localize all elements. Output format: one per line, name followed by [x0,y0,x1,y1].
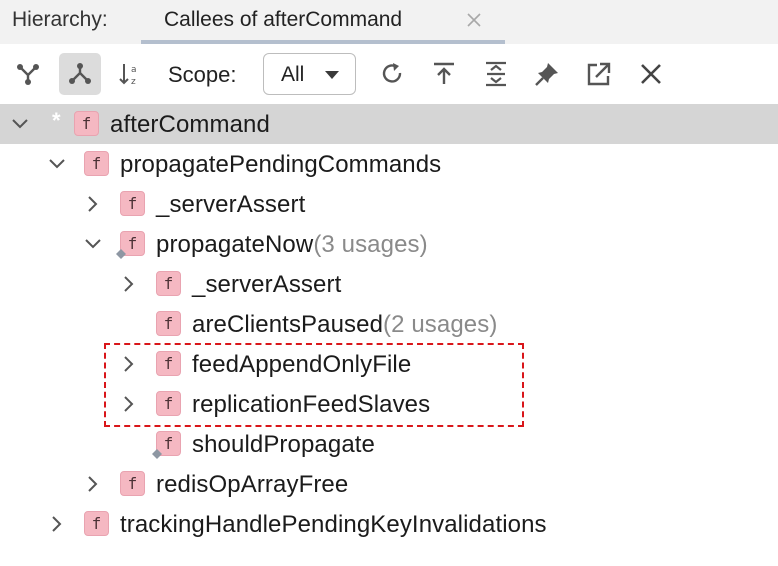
pin-icon [535,63,558,86]
base-on-this-button[interactable] [423,53,465,95]
node-label: propagatePendingCommands [120,151,442,178]
tab-callees[interactable]: Callees of afterCommand [141,0,505,44]
tree-node-replicationFeedSlaves[interactable]: f replicationFeedSlaves [0,384,778,424]
chevron-right-icon[interactable] [120,395,138,413]
external-link-icon [587,62,611,86]
sort-alpha-icon: a z [119,64,137,87]
function-icon: f [156,311,181,336]
node-label: trackingHandlePendingKeyInvalidations [120,511,547,538]
scope-dropdown[interactable]: All [263,53,356,95]
close-panel-button[interactable] [630,53,672,95]
tree-node-redisOpArrayFree[interactable]: f redisOpArrayFree [0,464,778,504]
hierarchy-label: Hierarchy: [12,8,108,31]
tree-node-areClientsPaused[interactable]: f areClientsPaused(2 usages) [0,304,778,344]
node-label: shouldPropagate [192,431,375,458]
root-marker: * [52,108,61,133]
function-icon: f [84,151,109,176]
call-tree: * f afterCommand f propagatePendingComma… [0,104,778,566]
node-label: propagateNow(3 usages) [156,231,428,258]
arrow-up-to-bar-icon [434,62,454,84]
node-label: feedAppendOnlyFile [192,351,412,378]
tree-node-shouldPropagate[interactable]: f shouldPropagate [0,424,778,464]
toolbar: a z Scope: All [0,44,778,104]
tree-node-feedAppendOnlyFile[interactable]: f feedAppendOnlyFile [0,344,778,384]
node-label: areClientsPaused(2 usages) [192,311,498,338]
open-in-window-button[interactable] [578,53,620,95]
callee-hierarchy-button[interactable] [59,53,101,95]
chevron-right-icon[interactable] [84,475,102,493]
static-marker-icon [116,249,126,259]
chevron-down-icon[interactable] [11,115,29,133]
expand-all-button[interactable] [475,53,517,95]
chevron-down-icon[interactable] [48,155,66,173]
tab-title: Callees of afterCommand [164,8,403,31]
usage-count: (3 usages) [313,231,428,258]
function-icon: f [156,271,181,296]
callee-hierarchy-icon [69,63,91,84]
chevron-right-icon[interactable] [48,515,66,533]
svg-text:a: a [131,65,137,75]
chevron-right-icon[interactable] [84,195,102,213]
function-icon: f [120,191,145,216]
tree-node-afterCommand[interactable]: * f afterCommand [0,104,778,144]
tree-node-propagatePendingCommands[interactable]: f propagatePendingCommands [0,144,778,184]
chevron-right-icon[interactable] [120,355,138,373]
static-marker-icon [152,449,162,459]
node-label: _serverAssert [156,191,306,218]
close-icon [641,64,661,84]
scope-label: Scope: [168,62,237,87]
chevron-right-icon[interactable] [120,275,138,293]
panel-header: Hierarchy: Callees of afterCommand [0,0,778,44]
node-label: redisOpArrayFree [156,471,349,498]
tree-node-serverAssert-nested[interactable]: f _serverAssert [0,264,778,304]
refresh-button[interactable] [371,53,413,95]
caller-hierarchy-button[interactable] [7,53,49,95]
scope-value: All [281,63,305,86]
usage-count: (2 usages) [383,311,498,338]
pin-tab-button[interactable] [526,53,568,95]
close-tab-icon[interactable] [464,10,484,30]
sort-alphabetically-button[interactable]: a z [110,53,152,95]
node-label: replicationFeedSlaves [192,391,431,418]
tree-node-propagateNow[interactable]: f propagateNow(3 usages) [0,224,778,264]
chevron-down-icon[interactable] [84,235,102,253]
node-label: afterCommand [110,111,270,138]
chevron-down-icon [325,71,339,79]
function-icon: f [156,351,181,376]
caller-hierarchy-icon [17,64,39,85]
function-icon: f [74,111,99,136]
hierarchy-panel: Hierarchy: Callees of afterCommand a z S… [0,0,778,566]
node-label: _serverAssert [192,271,342,298]
tree-node-trackingHandlePendingKeyInvalidations[interactable]: f trackingHandlePendingKeyInvalidations [0,504,778,544]
function-icon: f [156,391,181,416]
tree-node-serverAssert[interactable]: f _serverAssert [0,184,778,224]
function-icon: f [84,511,109,536]
function-icon: f [120,471,145,496]
svg-text:z: z [131,77,136,87]
refresh-icon [382,63,402,83]
expand-all-icon [486,61,506,87]
